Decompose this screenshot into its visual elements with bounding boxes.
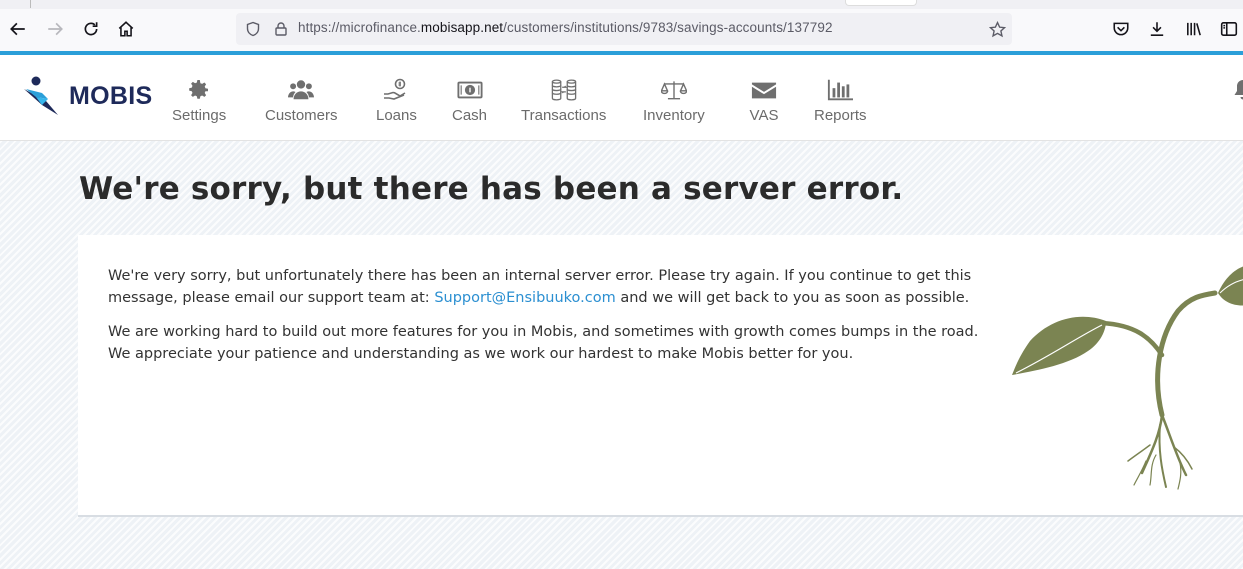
nav-label: Loans — [376, 107, 417, 124]
nav-label: VAS — [749, 107, 779, 124]
logo[interactable]: MOBIS — [22, 75, 152, 117]
bell-icon[interactable] — [1233, 79, 1243, 101]
main-content: We're sorry, but there has been a server… — [0, 141, 1243, 569]
mobis-logo-icon — [24, 76, 58, 115]
back-icon[interactable] — [6, 17, 30, 41]
nav-item-vas[interactable]: VAS — [748, 77, 780, 124]
support-email-link[interactable]: Support@Ensibuuko.com — [434, 290, 615, 306]
tab-separator — [30, 0, 31, 8]
nav-label: Settings — [172, 107, 227, 124]
url-bar[interactable]: https://microfinance.mobisapp.net/custom… — [236, 13, 1012, 45]
gear-icon — [183, 77, 215, 103]
nav-item-customers[interactable]: Customers — [265, 77, 338, 124]
error-card: We're very sorry, but unfortunately ther… — [78, 235, 1243, 517]
nav-label: Inventory — [643, 107, 705, 124]
nav-label: Reports — [814, 107, 867, 124]
home-icon[interactable] — [114, 17, 138, 41]
plant-illustration-icon — [1012, 266, 1243, 490]
nav-label: Cash — [452, 107, 488, 124]
error-message-paragraph: We're very sorry, but unfortunately ther… — [108, 265, 998, 309]
url-text[interactable]: https://microfinance.mobisapp.net/custom… — [298, 20, 833, 35]
envelope-icon — [748, 77, 780, 103]
browser-toolbar: https://microfinance.mobisapp.net/custom… — [0, 9, 1243, 51]
coins-exchange-icon — [548, 77, 580, 103]
active-tab[interactable] — [845, 0, 917, 6]
shield-icon[interactable] — [244, 20, 262, 38]
nav-label: Transactions — [521, 107, 607, 124]
error-text-after: and we will get back to you as soon as p… — [615, 290, 970, 306]
star-icon[interactable] — [988, 20, 1006, 38]
nav-item-settings[interactable]: Settings — [172, 77, 226, 124]
users-icon — [285, 77, 317, 103]
nav-item-cash[interactable]: Cash — [452, 77, 487, 124]
reload-icon[interactable] — [79, 17, 103, 41]
bar-chart-icon — [824, 77, 856, 103]
apology-paragraph: We are working hard to build out more fe… — [108, 324, 979, 362]
nav-item-loans[interactable]: Loans — [376, 77, 417, 124]
url-host: mobisapp.net — [420, 20, 504, 35]
nav-item-transactions[interactable]: Transactions — [521, 77, 606, 124]
forward-icon[interactable] — [43, 17, 67, 41]
sidebar-icon[interactable] — [1217, 17, 1241, 41]
nav-item-inventory[interactable]: Inventory — [643, 77, 705, 124]
app-header: MOBIS Settings Customers Loans Cash Tran… — [0, 55, 1243, 141]
url-path: /customers/institutions/9783/savings-acc… — [503, 20, 833, 35]
pocket-icon[interactable] — [1109, 17, 1133, 41]
nav-item-reports[interactable]: Reports — [814, 77, 867, 124]
cash-icon — [454, 77, 486, 103]
library-icon[interactable] — [1182, 17, 1206, 41]
tab-strip — [0, 0, 1243, 9]
download-icon[interactable] — [1145, 17, 1169, 41]
lock-icon[interactable] — [272, 20, 290, 38]
loan-hand-icon — [380, 77, 412, 103]
page-title: We're sorry, but there has been a server… — [79, 171, 904, 207]
scale-icon — [658, 77, 690, 103]
logo-text: MOBIS — [69, 81, 153, 110]
nav-label: Customers — [265, 107, 338, 124]
url-prefix: https://microfinance. — [298, 20, 421, 35]
